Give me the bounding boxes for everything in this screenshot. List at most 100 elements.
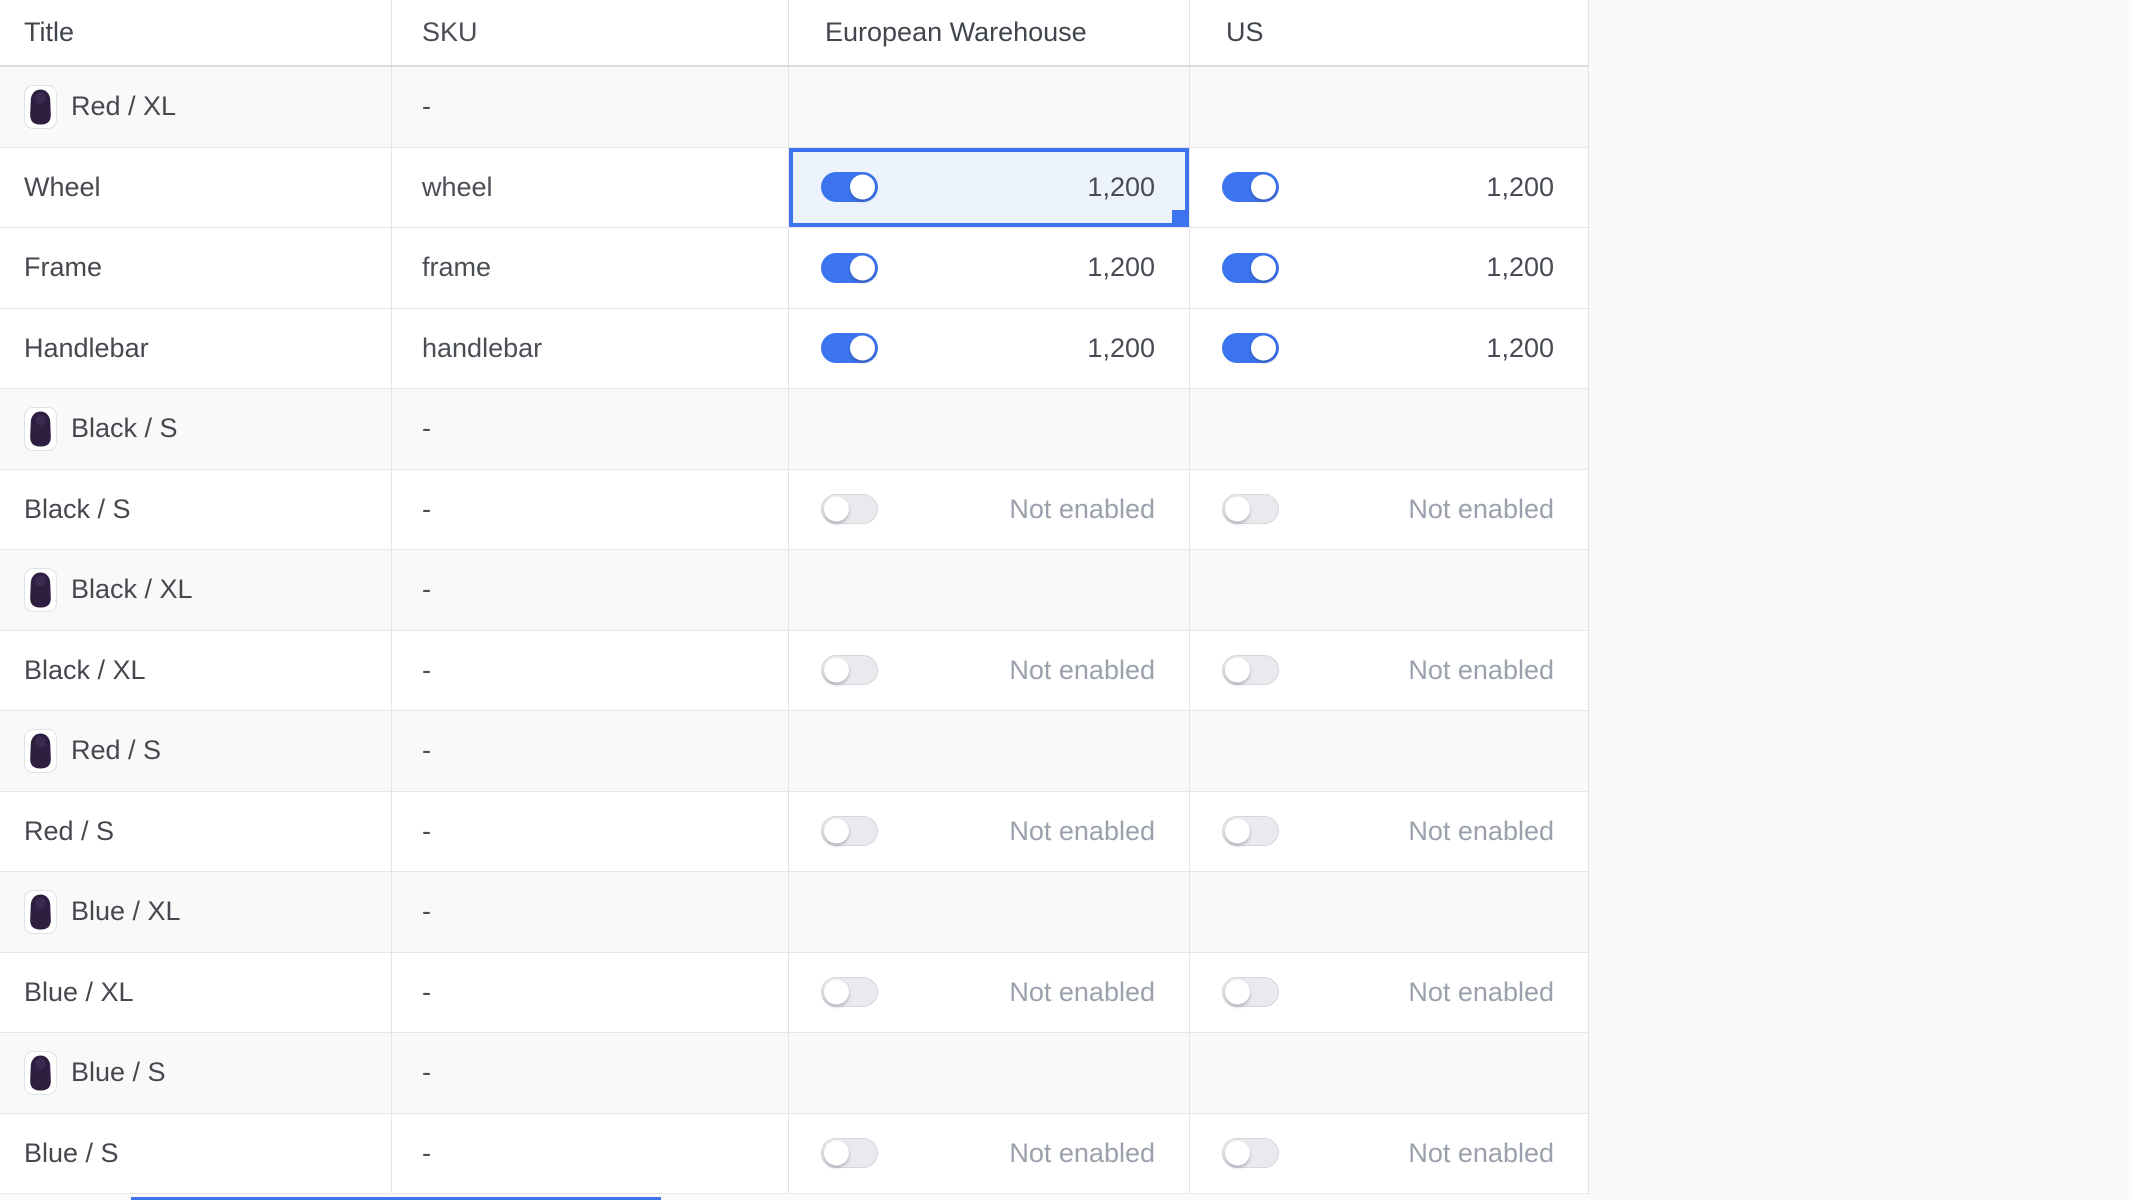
variant-title: Black / S xyxy=(24,494,131,525)
variant-title: Blue / S xyxy=(71,1057,166,1088)
variant-row: Red / S - Not enabled Not enabled xyxy=(0,792,1588,873)
sku-value: - xyxy=(422,494,431,525)
title-cell: Red / XL xyxy=(0,67,392,147)
stock-toggle-on[interactable] xyxy=(821,333,878,363)
us-cell[interactable]: Not enabled xyxy=(1190,953,1588,1033)
european-warehouse-cell[interactable]: Not enabled xyxy=(789,1114,1190,1194)
european-warehouse-cell xyxy=(789,711,1190,791)
not-enabled-label: Not enabled xyxy=(1009,977,1155,1008)
us-cell[interactable]: Not enabled xyxy=(1190,470,1588,550)
european-warehouse-cell xyxy=(789,389,1190,469)
european-warehouse-cell[interactable]: Not enabled xyxy=(789,792,1190,872)
sku-cell[interactable]: - xyxy=(392,953,789,1033)
sku-cell[interactable]: - xyxy=(392,1114,789,1194)
title-cell: Wheel xyxy=(0,148,392,228)
stock-toggle-off[interactable] xyxy=(821,816,878,846)
quantity-value[interactable]: 1,200 xyxy=(1087,252,1155,283)
stock-toggle-off[interactable] xyxy=(1222,1138,1279,1168)
sku-value: - xyxy=(422,413,431,444)
variant-title: Red / S xyxy=(71,735,161,766)
variant-row: Blue / XL - Not enabled Not enabled xyxy=(0,953,1588,1034)
variant-group-row: Blue / XL - xyxy=(0,872,1588,953)
sku-cell[interactable]: frame xyxy=(392,228,789,308)
european-warehouse-cell[interactable]: Not enabled xyxy=(789,631,1190,711)
european-warehouse-cell[interactable]: 1,200 xyxy=(789,228,1190,308)
product-thumbnail-icon xyxy=(24,890,57,934)
stock-toggle-on[interactable] xyxy=(1222,172,1279,202)
variant-title: Black / S xyxy=(71,413,178,444)
sku-cell[interactable]: - xyxy=(392,67,789,147)
european-warehouse-cell[interactable]: Not enabled xyxy=(789,470,1190,550)
title-cell: Red / S xyxy=(0,792,392,872)
sku-cell[interactable]: - xyxy=(392,872,789,952)
inventory-bulk-editor: Title SKU European Warehouse US Red / XL… xyxy=(0,0,2132,1200)
sku-cell[interactable]: handlebar xyxy=(392,309,789,389)
variant-group-row: Red / S - xyxy=(0,711,1588,792)
sku-value: - xyxy=(422,574,431,605)
quantity-value[interactable]: 1,200 xyxy=(1486,333,1554,364)
us-cell[interactable]: Not enabled xyxy=(1190,792,1588,872)
variant-title: Blue / XL xyxy=(71,896,181,927)
toggle-knob xyxy=(1225,819,1250,844)
stock-toggle-off[interactable] xyxy=(1222,655,1279,685)
stock-toggle-on[interactable] xyxy=(821,172,878,202)
quantity-value[interactable]: 1,200 xyxy=(1087,333,1155,364)
stock-toggle-off[interactable] xyxy=(821,494,878,524)
variant-title: Blue / XL xyxy=(24,977,134,1008)
product-thumbnail-icon xyxy=(24,85,57,129)
title-cell: Black / XL xyxy=(0,550,392,630)
sku-cell[interactable]: - xyxy=(392,550,789,630)
stock-toggle-off[interactable] xyxy=(1222,977,1279,1007)
quantity-value[interactable]: 1,200 xyxy=(1087,172,1155,203)
sku-cell[interactable]: - xyxy=(392,711,789,791)
sku-cell[interactable]: wheel xyxy=(392,148,789,228)
toggle-knob xyxy=(824,980,849,1005)
us-cell xyxy=(1190,550,1588,630)
toggle-knob xyxy=(1225,497,1250,522)
stock-toggle-off[interactable] xyxy=(821,655,878,685)
stock-toggle-on[interactable] xyxy=(821,253,878,283)
stock-toggle-on[interactable] xyxy=(1222,333,1279,363)
sku-cell[interactable]: - xyxy=(392,631,789,711)
header-title: Title xyxy=(0,0,392,65)
quantity-value[interactable]: 1,200 xyxy=(1486,252,1554,283)
sku-cell[interactable]: - xyxy=(392,470,789,550)
sku-value: handlebar xyxy=(422,333,542,364)
title-cell: Blue / XL xyxy=(0,872,392,952)
sku-value: - xyxy=(422,896,431,927)
toggle-knob xyxy=(1225,980,1250,1005)
us-cell[interactable]: 1,200 xyxy=(1190,148,1588,228)
european-warehouse-cell-focused[interactable]: 1,200 xyxy=(789,148,1190,228)
not-enabled-label: Not enabled xyxy=(1009,655,1155,686)
component-row: Wheel wheel 1,200 1,200 xyxy=(0,148,1588,229)
us-cell[interactable]: 1,200 xyxy=(1190,228,1588,308)
stock-toggle-off[interactable] xyxy=(1222,494,1279,524)
sku-value: - xyxy=(422,1057,431,1088)
sku-cell[interactable]: - xyxy=(392,389,789,469)
variant-group-row: Black / S - xyxy=(0,389,1588,470)
us-cell[interactable]: Not enabled xyxy=(1190,1114,1588,1194)
variant-title: Black / XL xyxy=(24,655,146,686)
european-warehouse-cell[interactable]: 1,200 xyxy=(789,309,1190,389)
stock-toggle-off[interactable] xyxy=(821,1138,878,1168)
toggle-knob xyxy=(850,255,875,280)
stock-toggle-on[interactable] xyxy=(1222,253,1279,283)
us-cell[interactable]: Not enabled xyxy=(1190,631,1588,711)
sku-cell[interactable]: - xyxy=(392,792,789,872)
us-cell[interactable]: 1,200 xyxy=(1190,309,1588,389)
product-thumbnail-icon xyxy=(24,1051,57,1095)
variant-title: Blue / S xyxy=(24,1138,119,1169)
stock-toggle-off[interactable] xyxy=(1222,816,1279,846)
european-warehouse-cell xyxy=(789,67,1190,147)
variant-title: Black / XL xyxy=(71,574,193,605)
toggle-knob xyxy=(850,336,875,361)
us-cell xyxy=(1190,711,1588,791)
stock-toggle-off[interactable] xyxy=(821,977,878,1007)
european-warehouse-cell[interactable]: Not enabled xyxy=(789,953,1190,1033)
quantity-value[interactable]: 1,200 xyxy=(1486,172,1554,203)
component-title: Wheel xyxy=(24,172,101,203)
sku-cell[interactable]: - xyxy=(392,1033,789,1113)
variant-row: Black / S - Not enabled Not enabled xyxy=(0,470,1588,551)
toggle-knob xyxy=(850,175,875,200)
component-title: Handlebar xyxy=(24,333,149,364)
